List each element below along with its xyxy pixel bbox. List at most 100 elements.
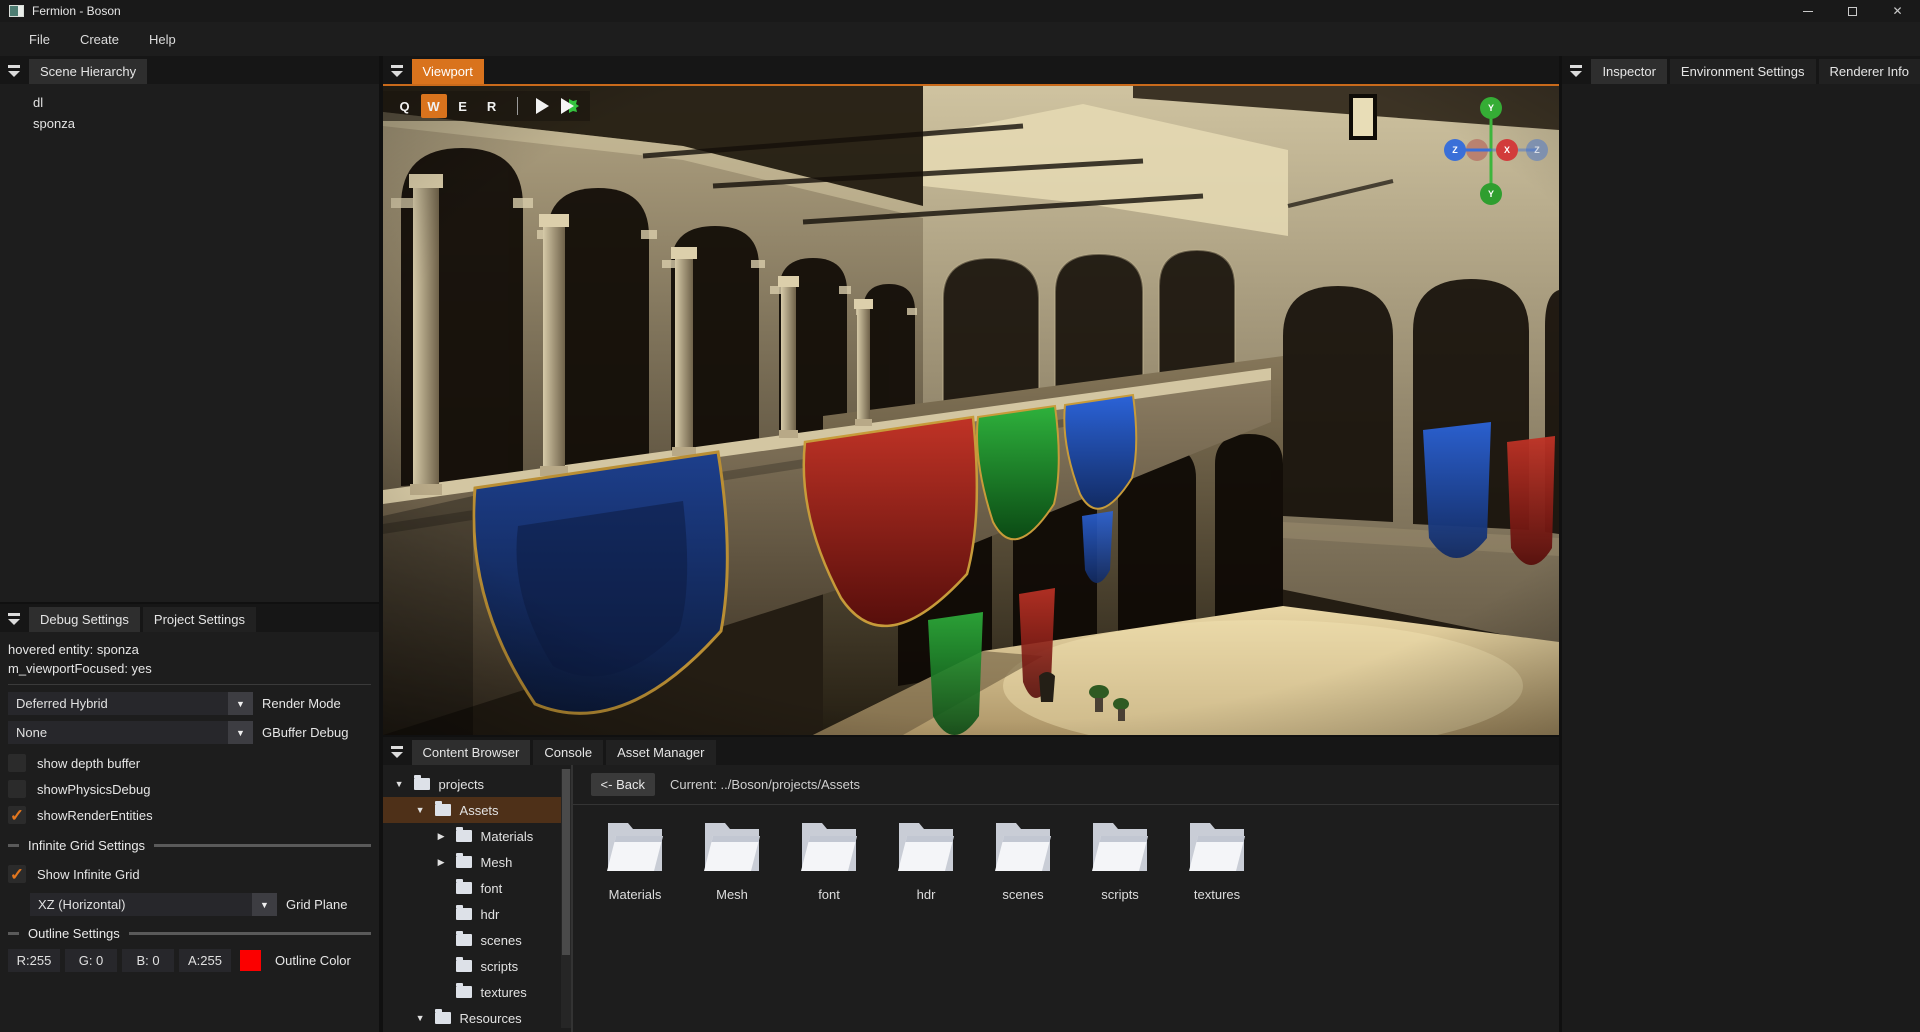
panel-menu-icon[interactable]: [389, 744, 405, 759]
folder-icon: [414, 778, 430, 790]
tree-expander-icon[interactable]: ▶: [435, 831, 448, 842]
debug-settings-panel: Debug SettingsProject Settings hovered e…: [0, 604, 379, 1032]
debug-panel-tab[interactable]: Project Settings: [143, 607, 256, 632]
outline-channel-field[interactable]: R:255: [8, 949, 60, 972]
folder-icon: [456, 934, 472, 946]
folder-item[interactable]: scenes: [975, 819, 1072, 902]
axis-label: Y: [1488, 189, 1494, 199]
maximize-button[interactable]: [1830, 0, 1875, 22]
scene-entity[interactable]: dl: [0, 92, 379, 113]
check-icon: ✓: [10, 866, 24, 883]
grid-plane-value: XZ (Horizontal): [30, 897, 252, 912]
tree-row[interactable]: font: [383, 875, 571, 901]
bottom-panel-tab[interactable]: Content Browser: [412, 740, 531, 765]
axis-label: Z: [1452, 145, 1458, 155]
inspector-body: [1562, 84, 1920, 1032]
scene-entity[interactable]: sponza: [0, 113, 379, 134]
checkbox[interactable]: ✓: [8, 754, 26, 772]
gbuffer-debug-select[interactable]: None ▼: [8, 721, 253, 744]
render-mode-label: Render Mode: [262, 696, 341, 711]
outline-channel-field[interactable]: G: 0: [65, 949, 117, 972]
folder-icon: [456, 830, 472, 842]
menu-item[interactable]: File: [14, 26, 65, 53]
minimize-button[interactable]: [1785, 0, 1830, 22]
tree-expander-icon[interactable]: ▼: [393, 779, 406, 789]
inspector-panel: InspectorEnvironment SettingsRenderer In…: [1562, 56, 1920, 1032]
menu-item[interactable]: Create: [65, 26, 134, 53]
checkbox[interactable]: ✓: [8, 806, 26, 824]
tree-row[interactable]: scripts: [383, 953, 571, 979]
folder-item[interactable]: hdr: [878, 819, 975, 902]
simulate-icon[interactable]: [558, 97, 580, 115]
tree-row[interactable]: ▼ Assets: [383, 797, 571, 823]
folder-icon: [603, 819, 667, 873]
folder-name: scenes: [1002, 887, 1043, 902]
outline-channel-field[interactable]: A:255: [179, 949, 231, 972]
chevron-down-icon[interactable]: ▼: [228, 692, 253, 715]
tree-folder-label: Resources: [460, 1011, 522, 1026]
tab-scene-hierarchy[interactable]: Scene Hierarchy: [29, 59, 147, 84]
panel-menu-icon[interactable]: [6, 611, 22, 626]
tree-scrollbar-thumb[interactable]: [562, 769, 570, 955]
inspector-panel-tab[interactable]: Inspector: [1591, 59, 1666, 84]
panel-menu-icon[interactable]: [1568, 63, 1584, 78]
tab-viewport[interactable]: Viewport: [412, 59, 484, 84]
chevron-down-icon[interactable]: ▼: [252, 893, 277, 916]
viewport-panel: Viewport: [383, 56, 1559, 735]
title-bar: Fermion - Boson ✕: [0, 0, 1920, 22]
tree-row[interactable]: ▶ Mesh: [383, 849, 571, 875]
viewport-canvas[interactable]: QWER: [383, 84, 1559, 735]
orientation-gizmo[interactable]: Y Y Z Z X: [1431, 86, 1551, 216]
tree-expander-icon[interactable]: ▼: [414, 1013, 427, 1023]
outline-section-header: Outline Settings: [8, 926, 371, 941]
inspector-panel-tab[interactable]: Renderer Info: [1819, 59, 1920, 84]
tree-expander-icon[interactable]: ▶: [435, 857, 448, 868]
close-button[interactable]: ✕: [1875, 0, 1920, 22]
outline-channel-field[interactable]: B: 0: [122, 949, 174, 972]
gbuffer-debug-value: None: [8, 725, 228, 740]
back-button[interactable]: <- Back: [591, 773, 655, 796]
show-infinite-grid-checkbox[interactable]: ✓: [8, 865, 26, 883]
axis-label: Y: [1488, 103, 1494, 113]
outline-color-swatch[interactable]: [240, 950, 261, 971]
folder-item[interactable]: font: [781, 819, 878, 902]
folder-name: scripts: [1101, 887, 1139, 902]
panel-menu-icon[interactable]: [6, 63, 22, 78]
play-icon[interactable]: [536, 98, 549, 114]
inspector-panel-tab[interactable]: Environment Settings: [1670, 59, 1816, 84]
viewport-toolbar: QWER: [383, 91, 590, 121]
folder-item[interactable]: textures: [1169, 819, 1266, 902]
gizmo-tool-button[interactable]: Q: [392, 94, 418, 118]
panel-menu-icon[interactable]: [389, 63, 405, 78]
grid-plane-select[interactable]: XZ (Horizontal) ▼: [30, 893, 277, 916]
tree-expander-icon[interactable]: ▼: [414, 805, 427, 815]
tree-row[interactable]: textures: [383, 979, 571, 1005]
tree-scrollbar[interactable]: [561, 769, 571, 1028]
tree-folder-label: projects: [439, 777, 485, 792]
debug-panel-tab[interactable]: Debug Settings: [29, 607, 140, 632]
folder-item[interactable]: Mesh: [684, 819, 781, 902]
gizmo-tool-button[interactable]: R: [479, 94, 505, 118]
outline-color-label: Outline Color: [275, 953, 351, 968]
tree-row[interactable]: ▼ projects: [383, 771, 571, 797]
folder-icon: [435, 804, 451, 816]
render-mode-select[interactable]: Deferred Hybrid ▼: [8, 692, 253, 715]
bottom-panel-tab[interactable]: Asset Manager: [606, 740, 715, 765]
folder-icon: [1088, 819, 1152, 873]
folder-icon: [894, 819, 958, 873]
folder-item[interactable]: Materials: [587, 819, 684, 902]
tree-row[interactable]: scenes: [383, 927, 571, 953]
chevron-down-icon[interactable]: ▼: [228, 721, 253, 744]
divider: [8, 684, 371, 685]
tree-row[interactable]: hdr: [383, 901, 571, 927]
folder-item[interactable]: scripts: [1072, 819, 1169, 902]
tree-folder-label: Materials: [481, 829, 534, 844]
content-browser-panel: Content BrowserConsoleAsset Manager ▼ pr…: [383, 737, 1559, 1032]
gizmo-tool-button[interactable]: E: [450, 94, 476, 118]
checkbox[interactable]: ✓: [8, 780, 26, 798]
tree-row[interactable]: ▶ Materials: [383, 823, 571, 849]
gizmo-tool-button[interactable]: W: [421, 94, 447, 118]
bottom-panel-tab[interactable]: Console: [533, 740, 603, 765]
menu-item[interactable]: Help: [134, 26, 191, 53]
tree-row[interactable]: ▼ Resources: [383, 1005, 571, 1031]
